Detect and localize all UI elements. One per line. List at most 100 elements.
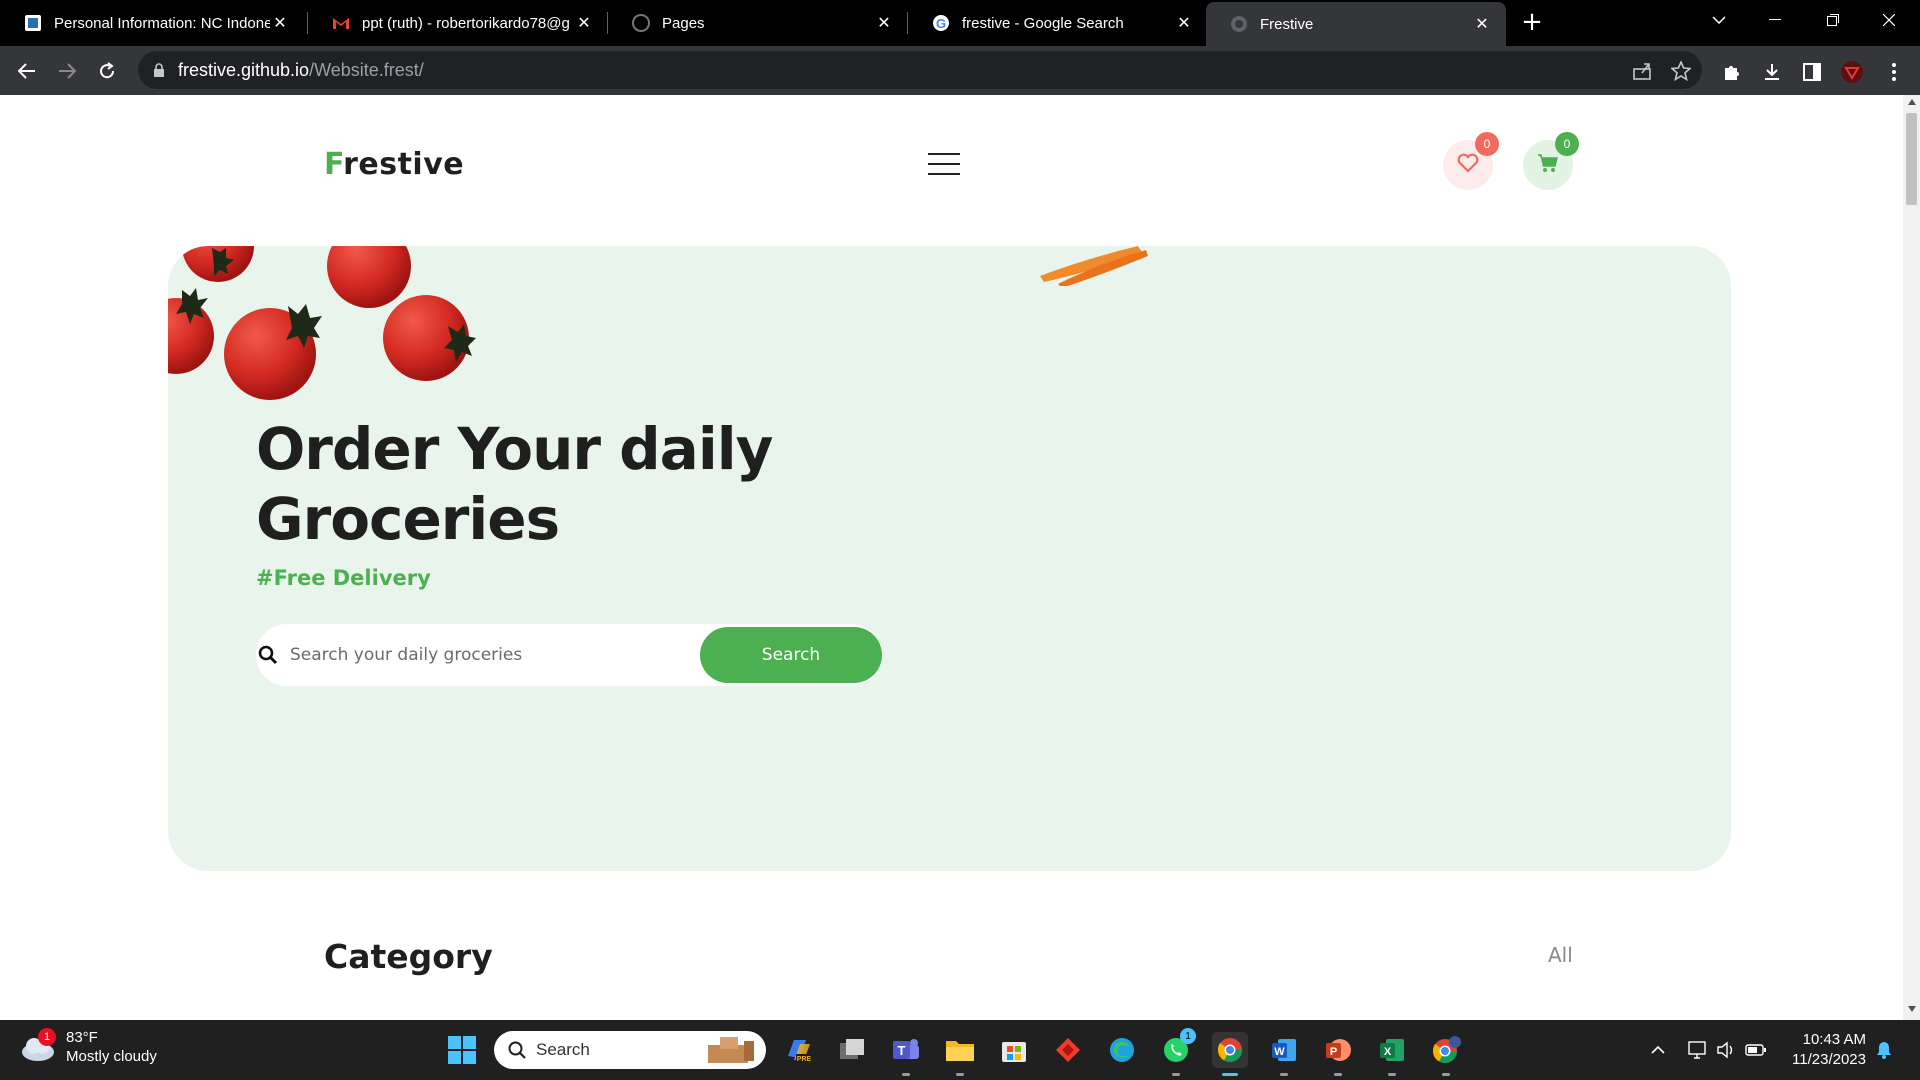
hero-subtitle: #Free Delivery (256, 566, 431, 590)
close-icon[interactable]: ✕ (270, 13, 290, 33)
carrots-image (1040, 246, 1148, 286)
minimize-icon[interactable] (1748, 0, 1802, 40)
scrollbar-thumb[interactable] (1906, 113, 1917, 205)
hero-title-line-2: Groceries (256, 485, 560, 553)
close-window-icon[interactable] (1862, 0, 1916, 40)
gmail-icon (332, 14, 350, 32)
tab-personal-information[interactable]: Personal Information: NC Indone ✕ (0, 0, 304, 46)
file-explorer-icon[interactable] (942, 1032, 978, 1076)
side-panel-icon[interactable] (1800, 60, 1824, 84)
svg-text:P: P (1330, 1046, 1337, 1058)
clock-date: 11/23/2023 (1792, 1051, 1866, 1068)
browser-toolbar: frestive.github.io/Website.frest/ (0, 46, 1920, 95)
taskbar-search-box[interactable]: Search (494, 1031, 766, 1069)
microsoft-store-icon[interactable] (996, 1032, 1032, 1068)
anydesk-icon[interactable] (1050, 1032, 1086, 1068)
cart-icon (1537, 153, 1559, 177)
svg-text:T: T (898, 1043, 906, 1058)
cart-count-badge: 0 (1555, 132, 1579, 156)
excel-icon[interactable]: X (1374, 1032, 1410, 1076)
search-input[interactable] (290, 645, 690, 665)
wishlist-count-badge: 0 (1475, 132, 1499, 156)
reload-icon[interactable] (92, 56, 122, 86)
task-view-icon[interactable] (834, 1032, 870, 1068)
url-text[interactable]: frestive.github.io/Website.frest/ (178, 60, 424, 81)
whatsapp-badge: 1 (1180, 1028, 1196, 1044)
weather-widget[interactable]: 1 83°F Mostly cloudy (20, 1028, 157, 1066)
address-bar[interactable]: frestive.github.io/Website.frest/ (138, 51, 1702, 89)
profile-avatar-icon[interactable] (1840, 60, 1864, 84)
show-hidden-icons-chevron-icon[interactable] (1646, 1038, 1670, 1062)
tab-frestive[interactable]: Frestive ✕ (1206, 2, 1506, 46)
tab-google-search[interactable]: G frestive - Google Search ✕ (908, 0, 1208, 46)
search-highlight-image (700, 1035, 760, 1069)
tab-pages[interactable]: Pages ✕ (608, 0, 908, 46)
forward-arrow-icon[interactable] (52, 56, 82, 86)
wishlist-button[interactable]: 0 (1443, 132, 1499, 190)
svg-text:PRE: PRE (797, 1056, 812, 1063)
new-tab-button[interactable]: + (1518, 8, 1546, 36)
page-scrollbar[interactable] (1903, 95, 1920, 1020)
tomatoes-image (168, 246, 476, 400)
google-icon: G (932, 14, 950, 32)
network-icon[interactable] (1686, 1038, 1710, 1062)
cloud-icon: 1 (20, 1028, 56, 1062)
restore-icon[interactable] (1806, 0, 1860, 40)
tab-title: Pages (662, 14, 705, 32)
tab-gmail[interactable]: ppt (ruth) - robertorikardo78@g ✕ (308, 0, 608, 46)
word-icon[interactable]: W (1266, 1032, 1302, 1076)
edge-icon[interactable] (1104, 1032, 1140, 1068)
download-icon[interactable] (1760, 60, 1784, 84)
tab-title: Frestive (1260, 15, 1314, 33)
lock-icon[interactable] (152, 63, 166, 77)
browser-tab-strip: Personal Information: NC Indone ✕ ppt (r… (0, 0, 1920, 46)
windows-taskbar: 1 83°F Mostly cloudy Search PRE T 1 W P … (0, 1020, 1920, 1080)
page-viewport: Frestive 0 0 Order Your daily Groceries … (0, 95, 1903, 1020)
volume-icon[interactable] (1714, 1038, 1738, 1062)
battery-icon[interactable] (1744, 1038, 1768, 1062)
url-host: frestive.github.io (178, 59, 310, 80)
copilot-icon[interactable]: PRE (780, 1032, 816, 1068)
hamburger-menu-icon[interactable] (928, 153, 960, 175)
org-favicon-icon (24, 14, 42, 32)
close-icon[interactable]: ✕ (874, 13, 894, 33)
hero-title-line-1: Order Your daily (256, 415, 773, 483)
kebab-menu-icon[interactable] (1882, 60, 1906, 84)
bookmark-star-icon[interactable] (1670, 60, 1692, 82)
chrome-profile-icon[interactable] (1428, 1032, 1464, 1076)
brand-logo[interactable]: Frestive (324, 147, 464, 182)
share-icon[interactable] (1632, 60, 1654, 82)
brand-logo-text: restive (343, 147, 465, 182)
scroll-up-arrow-icon[interactable] (1903, 99, 1920, 109)
close-icon[interactable]: ✕ (574, 13, 594, 33)
powerpoint-icon[interactable]: P (1320, 1032, 1356, 1076)
hero-search-bar: Search (256, 624, 882, 686)
taskbar-search-label: Search (536, 1040, 590, 1059)
extensions-puzzle-icon[interactable] (1720, 60, 1744, 84)
heart-icon (1457, 153, 1479, 177)
tab-title: frestive - Google Search (962, 14, 1124, 32)
notifications-bell-icon[interactable] (1872, 1038, 1896, 1062)
back-arrow-icon[interactable] (12, 56, 42, 86)
cart-button[interactable]: 0 (1523, 132, 1579, 190)
tab-search-icon[interactable] (1692, 0, 1746, 40)
globe-icon (1230, 15, 1248, 33)
weather-temperature: 83°F (66, 1029, 98, 1046)
search-button[interactable]: Search (700, 627, 882, 683)
weather-description: Mostly cloudy (66, 1048, 157, 1065)
weather-notification-badge: 1 (38, 1028, 56, 1046)
url-path: /Website.frest/ (309, 59, 424, 80)
scroll-down-arrow-icon[interactable] (1903, 1006, 1920, 1016)
taskbar-clock[interactable]: 10:43 AM 11/23/2023 (1782, 1030, 1866, 1070)
svg-text:G: G (936, 16, 946, 31)
category-all-link[interactable]: All (1548, 943, 1573, 967)
svg-text:W: W (1274, 1046, 1285, 1058)
teams-icon[interactable]: T (888, 1032, 924, 1076)
chrome-icon[interactable] (1212, 1032, 1248, 1076)
brand-logo-accent: F (324, 147, 344, 182)
close-icon[interactable]: ✕ (1472, 14, 1492, 34)
windows-start-icon[interactable] (448, 1036, 476, 1064)
whatsapp-icon[interactable]: 1 (1158, 1028, 1196, 1076)
close-icon[interactable]: ✕ (1174, 13, 1194, 33)
search-icon (508, 1041, 526, 1059)
